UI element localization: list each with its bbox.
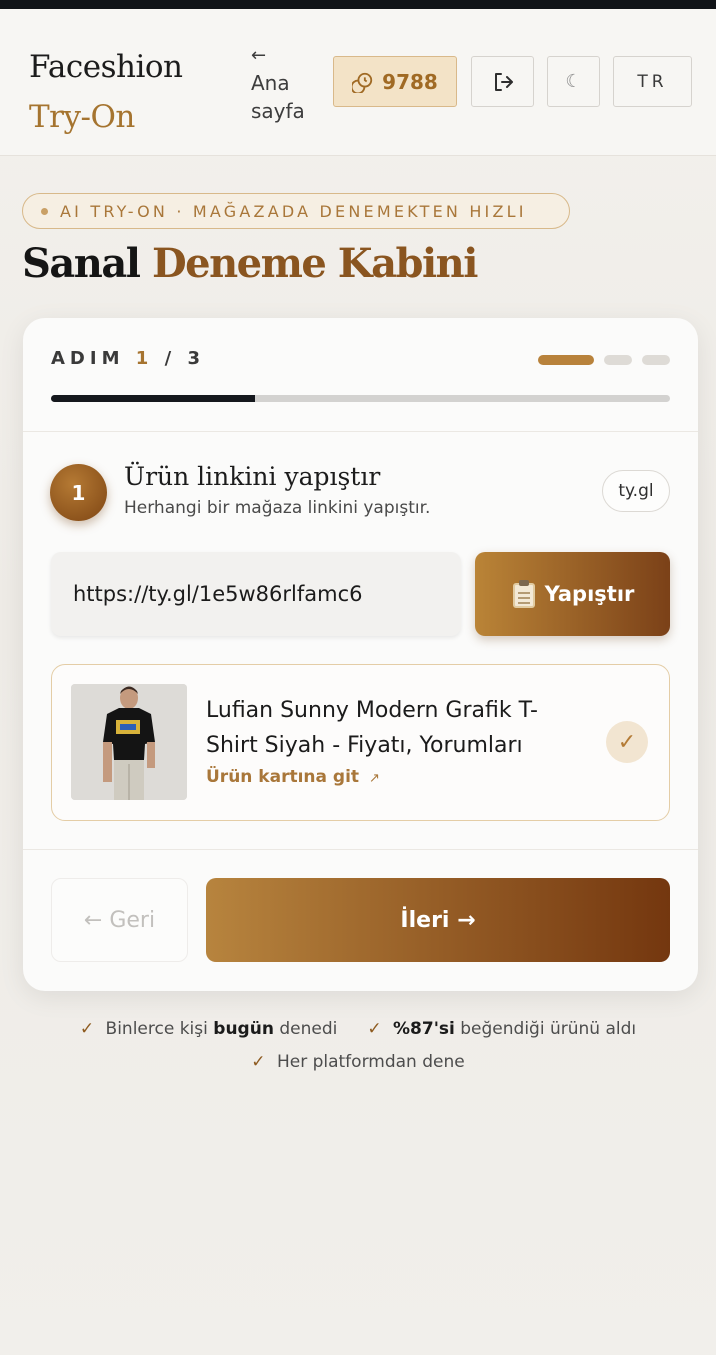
- step-subtitle: Herhangi bir mağaza linkini yapıştır.: [124, 498, 431, 518]
- brand-name: Faceshion: [29, 49, 183, 85]
- back-button[interactable]: ← Geri: [51, 878, 188, 962]
- top-strip: [0, 0, 716, 9]
- trust-text: denedi: [279, 1019, 338, 1039]
- trust-item: ✓ Her platformdan dene: [251, 1052, 464, 1085]
- divider: [23, 849, 698, 850]
- clipboard-icon: [511, 580, 537, 608]
- language-button[interactable]: TR: [613, 56, 692, 107]
- product-link[interactable]: Ürün kartına git ↗: [206, 767, 380, 787]
- paste-button-label: Yapıştır: [544, 582, 635, 606]
- product-link-label: Ürün kartına git: [206, 767, 360, 787]
- domain-badge: ty.gl: [602, 470, 670, 512]
- check-icon: ✓: [606, 721, 648, 763]
- check-icon: ✓: [79, 1019, 95, 1039]
- step-indicator-label: ADIM: [51, 348, 125, 369]
- product-url-input[interactable]: [51, 552, 461, 636]
- product-image: [71, 684, 187, 800]
- product-title: Lufian Sunny Modern Grafik T-Shirt Siyah…: [206, 698, 538, 758]
- moon-icon: ☾: [565, 71, 582, 92]
- product-card: Lufian Sunny Modern Grafik T-Shirt Siyah…: [51, 664, 670, 821]
- step-title: Ürün linkini yapıştır: [124, 462, 381, 491]
- home-link-label: Ana sayfa: [251, 71, 305, 123]
- coins-icon: [352, 72, 373, 93]
- trust-text: Binlerce kişi: [105, 1019, 208, 1039]
- check-icon: ✓: [251, 1052, 266, 1072]
- progress-fill: [51, 395, 256, 402]
- step-total: 3: [187, 348, 205, 369]
- check-icon: ✓: [367, 1019, 382, 1039]
- step-separator: /: [164, 348, 177, 369]
- page-title-accent: Deneme Kabini: [151, 240, 479, 287]
- wizard-card: ADIM 1 / 3 1 Ürün linkini yapıştır Herha…: [23, 318, 698, 991]
- trust-text-bold: %87'si: [393, 1019, 455, 1039]
- next-button[interactable]: İleri →: [206, 878, 670, 962]
- page-title: Sanal Deneme Kabini: [22, 238, 479, 290]
- hero-badge: AI TRY-ON · MAĞAZADA DENEMEKTEN HIZLI: [22, 193, 570, 229]
- progress-bar: [51, 395, 670, 402]
- home-link[interactable]: ← Ana sayfa: [251, 47, 321, 125]
- language-label: TR: [637, 71, 668, 92]
- app-header: Faceshion Try-On ← Ana sayfa 9788 ☾ TR: [0, 9, 716, 156]
- theme-toggle-button[interactable]: ☾: [547, 56, 600, 107]
- divider: [23, 431, 698, 432]
- step-indicator: ADIM 1 / 3: [51, 348, 205, 369]
- step-number-badge: 1: [50, 464, 107, 521]
- hero-badge-label: AI TRY-ON · MAĞAZADA DENEMEKTEN HIZLI: [60, 201, 527, 221]
- credits-count: 9788: [382, 69, 438, 94]
- brand-accent: Try-On: [29, 99, 135, 135]
- logout-button[interactable]: [471, 56, 534, 107]
- trust-indicators: ✓ Binlerce kişi bugün denedi ✓ %87'si be…: [0, 1019, 716, 1085]
- step-current: 1: [135, 348, 154, 369]
- trust-text: Her platformdan dene: [276, 1052, 465, 1072]
- step-dot-1: [538, 355, 594, 365]
- trust-item: ✓ Binlerce kişi bugün denedi: [80, 1019, 337, 1052]
- badge-dot-icon: [41, 207, 48, 215]
- external-link-icon: ↗: [368, 771, 380, 786]
- step-dots: [538, 355, 670, 365]
- back-arrow-icon: ←: [251, 45, 267, 66]
- brand-logo[interactable]: Faceshion Try-On: [29, 42, 244, 142]
- credits-button[interactable]: 9788: [333, 56, 457, 107]
- trust-text-bold: bugün: [213, 1019, 274, 1039]
- paste-button[interactable]: Yapıştır: [475, 552, 670, 636]
- trust-item: ✓ %87'si beğendiği ürünü aldı: [367, 1019, 636, 1052]
- logout-icon: [494, 72, 513, 91]
- step-dot-2: [604, 355, 632, 365]
- trust-text: beğendiği ürünü aldı: [460, 1019, 637, 1039]
- step-dot-3: [642, 355, 670, 365]
- page-title-main: Sanal: [22, 240, 141, 287]
- tshirt-model-image: [71, 684, 187, 800]
